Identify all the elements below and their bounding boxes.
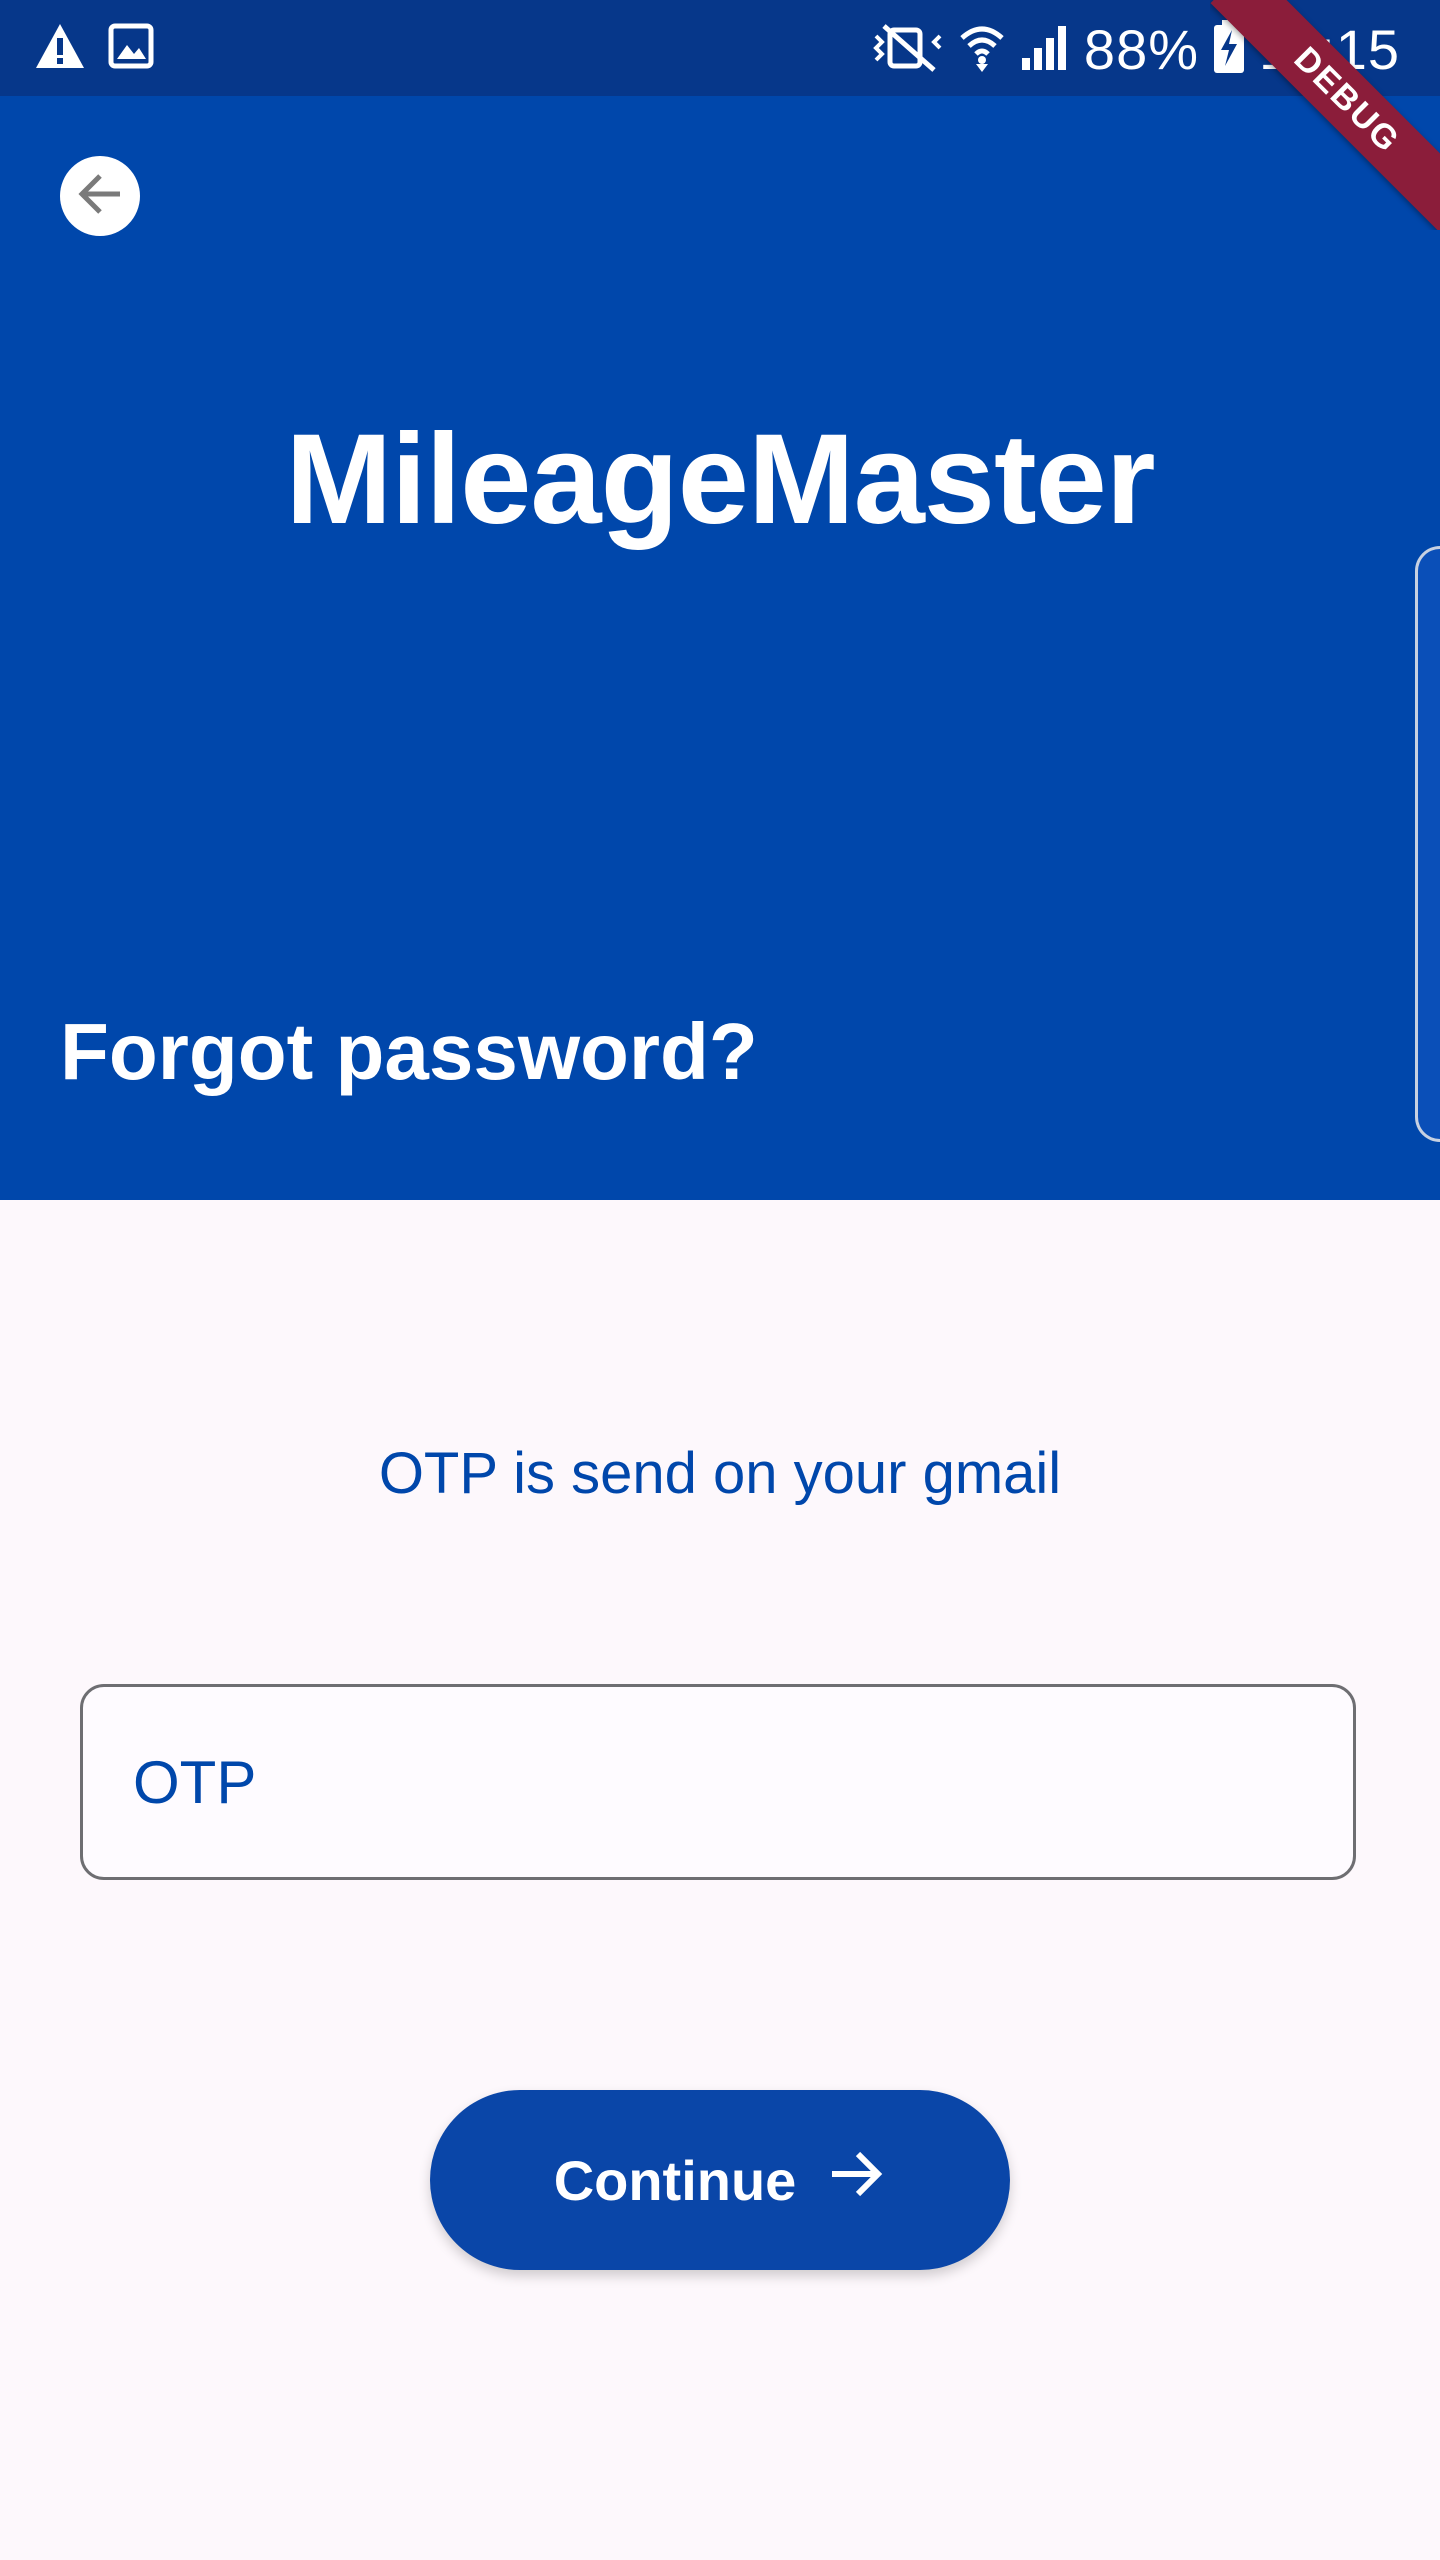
continue-label: Continue [553, 2148, 797, 2212]
arrow-left-icon [74, 168, 126, 225]
continue-button[interactable]: Continue [430, 2090, 1010, 2270]
battery-percent: 88% [1083, 17, 1200, 81]
otp-input[interactable] [131, 1746, 1353, 1818]
warning-icon [34, 22, 86, 75]
image-icon [108, 23, 154, 74]
signal-icon [1020, 22, 1070, 77]
side-card-edge [1415, 546, 1440, 1142]
otp-message: OTP is send on your gmail [378, 1441, 1062, 1506]
status-left-icons [34, 22, 154, 75]
back-button[interactable] [60, 156, 140, 236]
debug-banner-container: DEBUG [1210, 0, 1440, 230]
app-header: MileageMaster Forgot password? [0, 96, 1440, 1200]
otp-field[interactable] [80, 1684, 1356, 1880]
app-title: MileageMaster [285, 408, 1155, 551]
debug-banner: DEBUG [1210, 0, 1440, 230]
wifi-icon [958, 22, 1006, 77]
page-title: Forgot password? [60, 1007, 758, 1096]
vibrate-off-icon [872, 22, 944, 77]
arrow-right-icon [826, 2144, 886, 2217]
